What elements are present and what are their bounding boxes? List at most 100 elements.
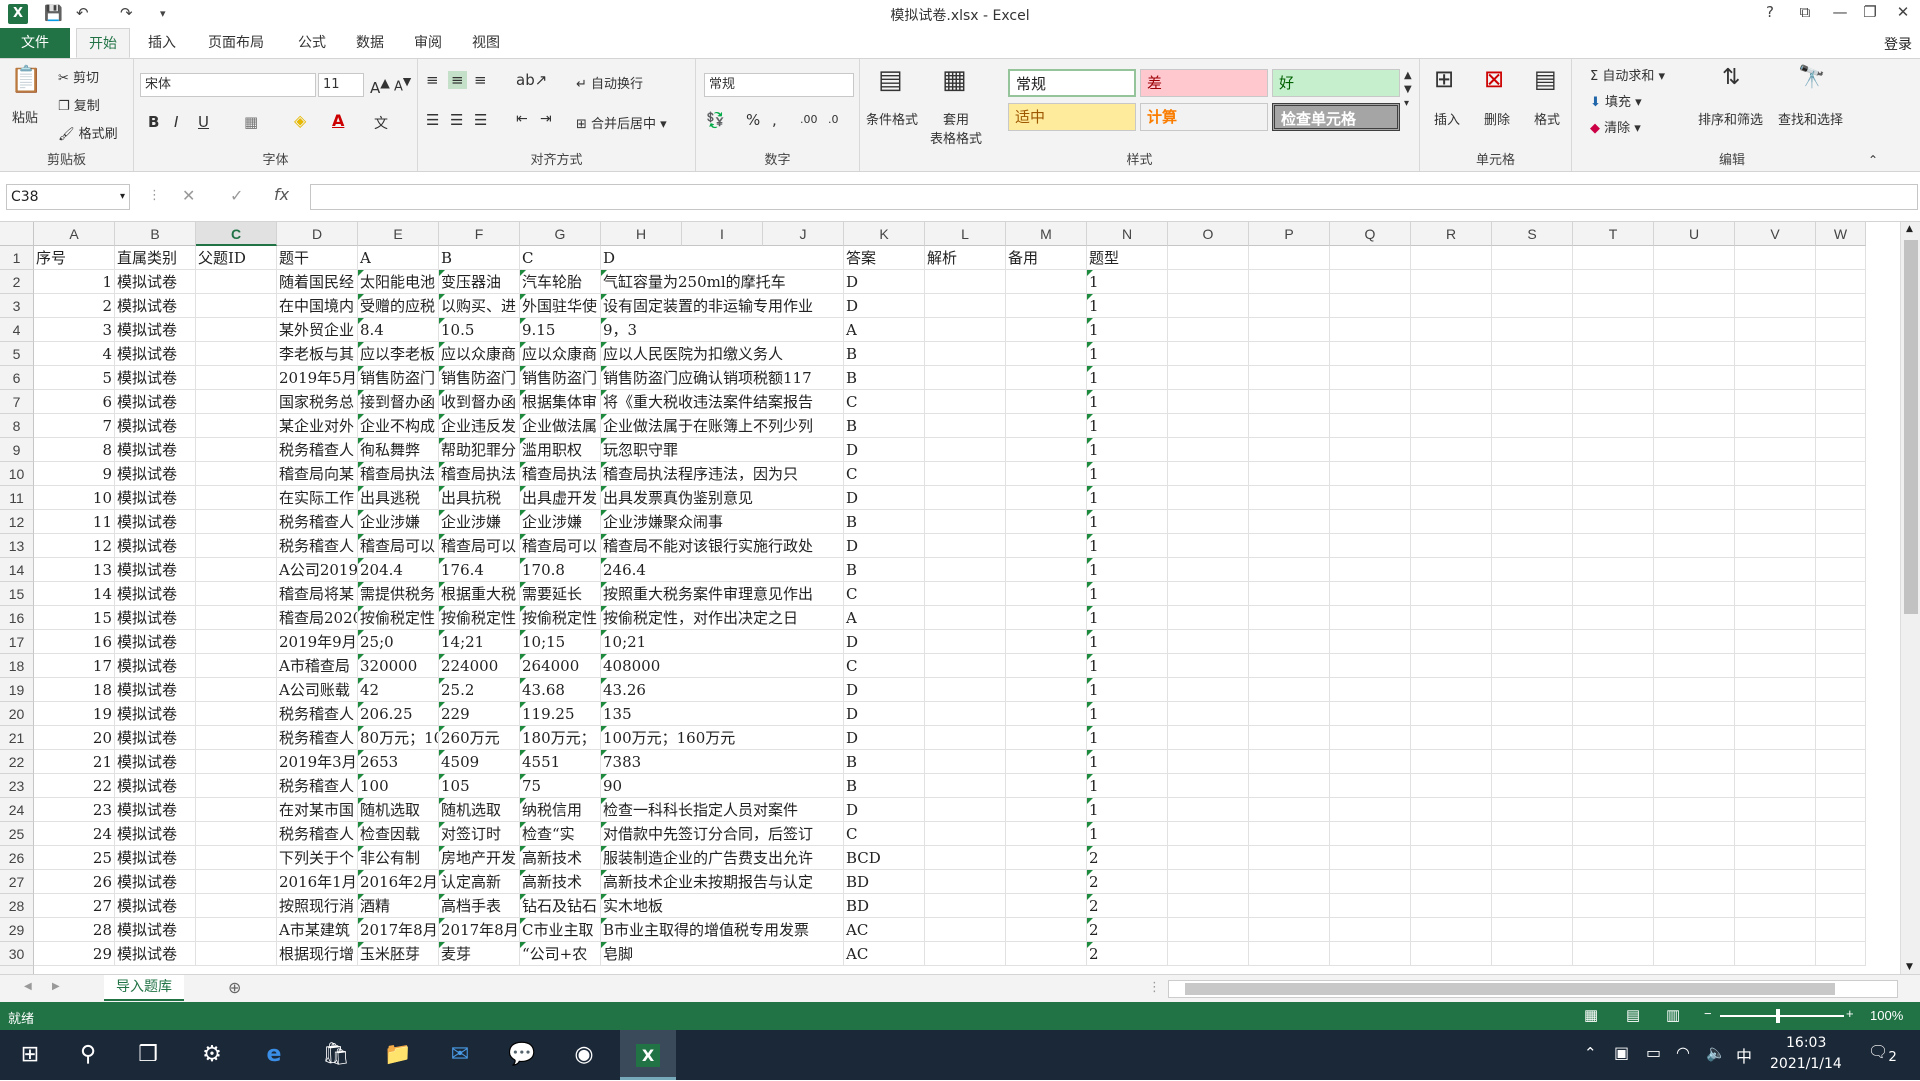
grid-cell[interactable]: 纳税信用 [520, 798, 601, 822]
row-header[interactable]: 24 [0, 798, 34, 822]
grid-cell[interactable] [1006, 654, 1087, 678]
grid-cell[interactable] [1654, 822, 1735, 846]
grid-cell[interactable]: 24 [34, 822, 115, 846]
grid-cell[interactable]: 119.25 [520, 702, 601, 726]
grid-cell[interactable]: 模拟试卷 [115, 390, 196, 414]
grid-cell[interactable] [1816, 486, 1866, 510]
grid-cell[interactable] [1006, 606, 1087, 630]
grid-cell[interactable]: 模拟试卷 [115, 510, 196, 534]
fill-button[interactable]: ⬇ 填充 ▾ [1590, 91, 1642, 110]
grid-cell[interactable] [1168, 870, 1249, 894]
grid-cell[interactable]: 176.4 [439, 558, 520, 582]
grid-cell[interactable]: 25.2 [439, 678, 520, 702]
grid-cell[interactable]: 企业违反发 [439, 414, 520, 438]
row-header[interactable]: 21 [0, 726, 34, 750]
grid-cell[interactable]: 应以众康商 [520, 342, 601, 366]
grid-cell[interactable] [1816, 870, 1866, 894]
grid-cell[interactable] [1816, 318, 1866, 342]
grid-cell[interactable] [1249, 846, 1330, 870]
grid-cell[interactable] [1411, 438, 1492, 462]
grid-cell[interactable] [196, 438, 277, 462]
zoom-level[interactable]: 100% [1870, 1008, 1903, 1023]
grid-cell[interactable]: B [844, 366, 925, 390]
row-header[interactable]: 1 [0, 246, 34, 270]
grid-cell[interactable] [1249, 438, 1330, 462]
grid-cell[interactable] [1330, 270, 1411, 294]
grid-cell[interactable] [1573, 870, 1654, 894]
grid-cell[interactable] [1006, 510, 1087, 534]
increase-decimal-icon[interactable]: .00 [800, 113, 818, 126]
column-header[interactable]: D [277, 222, 358, 246]
grid-cell[interactable] [925, 414, 1006, 438]
sign-in-link[interactable]: 登录 [1884, 34, 1912, 54]
grid-cell[interactable] [925, 390, 1006, 414]
grid-cell[interactable]: 模拟试卷 [115, 846, 196, 870]
grid-cell[interactable]: D [844, 702, 925, 726]
grid-cell[interactable]: D [844, 486, 925, 510]
grid-cell[interactable] [1249, 630, 1330, 654]
grid-cell[interactable] [1573, 942, 1654, 966]
grid-cell[interactable] [1735, 678, 1816, 702]
grid-cell[interactable] [1654, 294, 1735, 318]
italic-icon[interactable]: I [174, 113, 178, 131]
grid-cell[interactable] [1411, 246, 1492, 270]
grid-cell[interactable] [196, 870, 277, 894]
grid-cell[interactable]: A [844, 318, 925, 342]
grid-cell[interactable] [196, 558, 277, 582]
grid-cell[interactable] [1249, 942, 1330, 966]
grid-cell[interactable] [1330, 774, 1411, 798]
grid-cell[interactable] [196, 750, 277, 774]
grid-cell[interactable] [1816, 654, 1866, 678]
grid-cell[interactable] [1006, 270, 1087, 294]
file-explorer-icon[interactable]: 📁 [370, 1030, 426, 1080]
font-color-icon[interactable]: A [332, 111, 344, 130]
grid-cell[interactable]: 销售防盗门应确认销项税额117 [601, 366, 844, 390]
grid-cell[interactable]: 高档手表 [439, 894, 520, 918]
grid-cell[interactable] [1816, 918, 1866, 942]
grid-cell[interactable]: 2019年3月 [277, 750, 358, 774]
grid-cell[interactable]: 非公有制 [358, 846, 439, 870]
grid-cell[interactable] [1168, 798, 1249, 822]
copy-button[interactable]: ❐ 复制 [58, 95, 100, 114]
column-header[interactable]: I [682, 222, 763, 246]
grid-cell[interactable]: 模拟试卷 [115, 606, 196, 630]
grid-cell[interactable]: 10;15 [520, 630, 601, 654]
horizontal-scroll-thumb[interactable] [1185, 983, 1835, 995]
grid-cell[interactable]: AC [844, 918, 925, 942]
row-header[interactable]: 23 [0, 774, 34, 798]
tab-formulas[interactable]: 公式 [286, 28, 338, 58]
sheet-tab-import[interactable]: 导入题库 [104, 975, 184, 1001]
grid-cell[interactable] [1492, 846, 1573, 870]
grid-cell[interactable] [1735, 606, 1816, 630]
grid-cell[interactable]: 43.26 [601, 678, 844, 702]
grid-cell[interactable] [1654, 366, 1735, 390]
grid-cell[interactable] [196, 654, 277, 678]
wrap-text-button[interactable]: ↵ 自动换行 [576, 73, 643, 92]
grid-cell[interactable] [1735, 342, 1816, 366]
grid-cell[interactable] [1573, 702, 1654, 726]
grid-cell[interactable] [1006, 486, 1087, 510]
font-size-select[interactable]: 11 [318, 73, 364, 97]
grid-cell[interactable]: 模拟试卷 [115, 942, 196, 966]
grid-cell[interactable] [1492, 558, 1573, 582]
grid-cell[interactable]: 稽查局2020 [277, 606, 358, 630]
cancel-icon[interactable]: ✕ [182, 186, 195, 205]
grid-cell[interactable]: 224000 [439, 654, 520, 678]
grid-cell[interactable]: 9 [34, 462, 115, 486]
grid-cell[interactable]: 3 [34, 318, 115, 342]
grid-cell[interactable]: 企业涉嫌 [358, 510, 439, 534]
grid-cell[interactable]: C [844, 390, 925, 414]
grid-cell[interactable]: 1 [1087, 822, 1168, 846]
column-header[interactable]: L [925, 222, 1006, 246]
tray-chevron-icon[interactable]: ⌃ [1584, 1044, 1597, 1062]
grid-cell[interactable] [1411, 870, 1492, 894]
grid-cell[interactable]: B市业主取得的增值税专用发票 [601, 918, 844, 942]
grid-cell[interactable]: 模拟试卷 [115, 558, 196, 582]
page-break-view-icon[interactable]: ▥ [1666, 1006, 1680, 1024]
grid-cell[interactable] [1411, 822, 1492, 846]
grid-cell[interactable] [1006, 894, 1087, 918]
grid-cell[interactable] [1654, 414, 1735, 438]
row-header[interactable]: 5 [0, 342, 34, 366]
grid-cell[interactable] [1411, 390, 1492, 414]
grid-cell[interactable] [1816, 342, 1866, 366]
